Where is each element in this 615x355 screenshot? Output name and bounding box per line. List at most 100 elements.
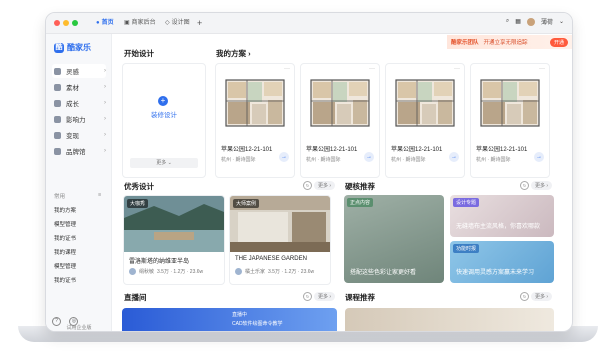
sidebar-item-monetize[interactable]: 变现 › bbox=[52, 128, 106, 142]
design-icon: ◇ bbox=[165, 20, 170, 26]
floor-plan-image bbox=[310, 79, 370, 127]
close-dot-icon[interactable] bbox=[54, 20, 60, 26]
common-item[interactable]: 模型管理 bbox=[54, 262, 76, 270]
more-dots-icon[interactable]: ··· bbox=[369, 66, 375, 72]
toolbar-right: ⌕ ▦ 薄荷 ⌄ bbox=[506, 17, 564, 26]
start-design-card[interactable]: + 装修设计 更多 ⌄ bbox=[122, 63, 206, 178]
sidebar-item-influence[interactable]: 影响力 › bbox=[52, 112, 106, 126]
maximize-dot-icon[interactable] bbox=[72, 20, 78, 26]
plan-card[interactable]: ··· 苹果公园12-21-101 杭州 · 朗诗国际 → bbox=[385, 63, 465, 178]
logo-icon: 酷 bbox=[54, 42, 64, 53]
sidebar-item-inspiration[interactable]: 灵感 › bbox=[52, 64, 106, 78]
arrow-right-icon[interactable]: → bbox=[364, 152, 374, 162]
recommend-tag: 正点内容 bbox=[347, 198, 374, 207]
design-card[interactable]: 大师案例 THE JAPANESE GARDEN 橘土乐家 3.5万 · 1.2… bbox=[229, 195, 331, 285]
author-avatar[interactable] bbox=[129, 268, 136, 275]
grid-icon[interactable]: ▦ bbox=[515, 18, 521, 25]
plan-name: 苹果公园12-21-101 bbox=[306, 147, 358, 153]
arrow-right-icon[interactable]: → bbox=[449, 152, 459, 162]
user-name[interactable]: 薄荷 bbox=[541, 17, 553, 26]
author-name[interactable]: 橘土乐家 bbox=[245, 268, 265, 275]
more-dots-icon[interactable]: ··· bbox=[454, 66, 460, 72]
recommend-card[interactable]: 功能时报 快速调用灵感方案赢未来学习 bbox=[450, 241, 554, 283]
plan-card[interactable]: ··· 苹果公园12-21-101 杭州 · 朗诗国际 → bbox=[300, 63, 380, 178]
renovation-design-button[interactable]: 装修设计 bbox=[123, 109, 205, 119]
chevron-right-icon: › bbox=[104, 116, 106, 122]
sidebar-item-brand[interactable]: 品牌馆 › bbox=[52, 144, 106, 158]
refresh-icon[interactable]: ↻ bbox=[520, 292, 529, 301]
course-heading: 课程推荐 bbox=[345, 293, 375, 302]
monetize-icon bbox=[54, 131, 61, 139]
plan-name: 苹果公园12-21-101 bbox=[391, 147, 443, 153]
shop-icon: ▣ bbox=[124, 20, 130, 26]
common-item[interactable]: 我的方案 bbox=[54, 206, 76, 214]
design-card[interactable]: 大咖秀 雷洛斯塔的纳维亚半岛 绢秋敏 3.5万 · 1.2万 · 23.6w bbox=[123, 195, 225, 285]
more-dots-icon[interactable]: ··· bbox=[284, 66, 290, 72]
plan-location: 杭州 · 朗诗国际 bbox=[221, 157, 256, 163]
sidebar: 酷 酷家乐 灵感 › 素材 › 成长 › 影响力 › 变现 › 品牌馆 › 常用… bbox=[46, 34, 112, 331]
tab-design[interactable]: ◇ 设计图 bbox=[161, 16, 194, 30]
live-status: 直播中 bbox=[232, 312, 248, 318]
more-dots-icon[interactable]: ··· bbox=[539, 66, 545, 72]
brand-icon bbox=[54, 147, 61, 155]
course-card[interactable] bbox=[345, 308, 554, 331]
plus-icon: + bbox=[158, 96, 168, 106]
tab-home[interactable]: ● 首页 bbox=[92, 16, 118, 30]
plan-location: 杭州 · 朗诗国际 bbox=[391, 157, 426, 163]
app-window: ● 首页 ▣ 商家后台 ◇ 设计图 + ⌕ ▦ 薄荷 ⌄ 酷 酷家乐 灵感 › bbox=[45, 12, 573, 332]
plan-location: 杭州 · 朗诗国际 bbox=[476, 157, 511, 163]
author-avatar[interactable] bbox=[235, 268, 242, 275]
arrow-right-icon[interactable]: → bbox=[534, 152, 544, 162]
refresh-icon[interactable]: ↻ bbox=[303, 181, 312, 190]
more-button[interactable]: 更多 › bbox=[314, 292, 336, 301]
more-button[interactable]: 更多 › bbox=[531, 292, 553, 301]
avatar[interactable] bbox=[526, 17, 535, 26]
common-item[interactable]: 模型管理 bbox=[54, 220, 76, 228]
live-card[interactable]: 直播中 CAD软件绘图命令教学 bbox=[122, 308, 337, 331]
promo-banner[interactable]: 酷家乐团队 开通立享无限追踪 开通 bbox=[447, 35, 572, 49]
plan-card[interactable]: ··· 苹果公园12-21-101 杭州 · 朗诗国际 → bbox=[215, 63, 295, 178]
promo-open-button[interactable]: 开通 bbox=[549, 37, 568, 47]
common-item[interactable]: 我的课程 bbox=[54, 248, 76, 256]
enterprise-trial-link[interactable]: 试用企业版 bbox=[52, 324, 106, 331]
add-tab-button[interactable]: + bbox=[193, 16, 206, 30]
recommend-text: 搭配这些色彩让家更好看 bbox=[350, 270, 417, 276]
promo-tag: 酷家乐团队 bbox=[451, 40, 479, 46]
refresh-icon[interactable]: ↻ bbox=[303, 292, 312, 301]
more-button[interactable]: 更多 › bbox=[314, 181, 336, 190]
recommend-card[interactable]: 设计专题 无缝墙布主流风格，你喜欢哪款 bbox=[450, 195, 554, 237]
arrow-right-icon[interactable]: → bbox=[279, 152, 289, 162]
my-plans-heading[interactable]: 我的方案 › bbox=[216, 48, 251, 59]
refresh-icon[interactable]: ↻ bbox=[520, 181, 529, 190]
brand-logo[interactable]: 酷 酷家乐 bbox=[54, 42, 91, 53]
search-icon[interactable]: ⌕ bbox=[506, 18, 509, 25]
recommend-card-large[interactable]: 正点内容 搭配这些色彩让家更好看 bbox=[344, 195, 444, 283]
sidebar-item-growth[interactable]: 成长 › bbox=[52, 96, 106, 110]
sidebar-item-material[interactable]: 素材 › bbox=[52, 80, 106, 94]
design-tag: 大咖秀 bbox=[127, 199, 149, 208]
influence-icon bbox=[54, 115, 61, 123]
plan-name: 苹果公园12-21-101 bbox=[476, 147, 528, 153]
plan-card[interactable]: ··· 苹果公园12-21-101 杭州 · 朗诗国际 → bbox=[470, 63, 550, 178]
design-stats: 3.5万 · 1.2万 · 23.6w bbox=[157, 269, 204, 275]
tab-merchant[interactable]: ▣ 商家后台 bbox=[120, 16, 160, 30]
design-title: THE JAPANESE GARDEN bbox=[235, 256, 307, 262]
design-title: 雷洛斯塔的纳维亚半岛 bbox=[129, 259, 190, 265]
more-button[interactable]: 更多 › bbox=[531, 181, 553, 190]
plan-location: 杭州 · 朗诗国际 bbox=[306, 157, 341, 163]
author-name[interactable]: 绢秋敏 bbox=[139, 268, 154, 275]
recommend-text: 无缝墙布主流风格，你喜欢哪款 bbox=[456, 224, 541, 230]
floor-plan-image bbox=[225, 79, 285, 127]
chevron-right-icon: › bbox=[104, 148, 106, 154]
common-item[interactable]: 我的证书 bbox=[54, 276, 76, 284]
common-item[interactable]: 我的证书 bbox=[54, 234, 76, 242]
floor-plan-image bbox=[395, 79, 455, 127]
recommend-tag: 功能时报 bbox=[453, 244, 480, 253]
minimize-dot-icon[interactable] bbox=[63, 20, 69, 26]
chevron-down-icon[interactable]: ⌄ bbox=[559, 18, 564, 25]
plan-name: 苹果公园12-21-101 bbox=[221, 147, 273, 153]
design-tag: 大师案例 bbox=[233, 199, 260, 208]
start-design-heading: 开始设计 bbox=[124, 49, 154, 58]
more-button[interactable]: 更多 ⌄ bbox=[130, 158, 198, 168]
menu-icon[interactable]: ≡ bbox=[98, 192, 101, 198]
